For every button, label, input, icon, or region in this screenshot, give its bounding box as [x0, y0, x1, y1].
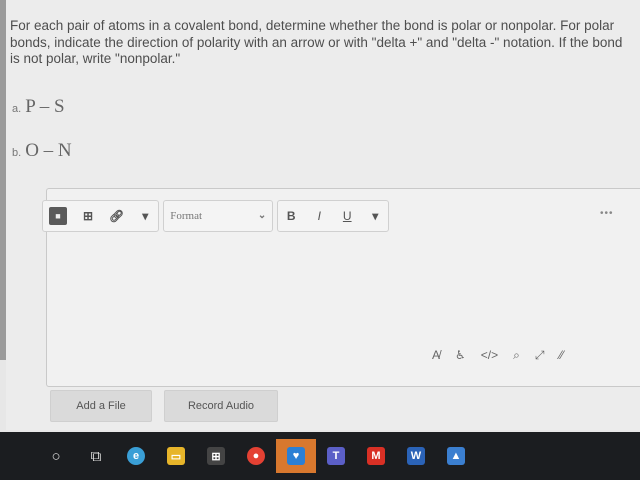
question-part-b: b. O – N: [12, 140, 72, 162]
more-options-icon[interactable]: •••: [600, 208, 614, 219]
chevron-down-icon[interactable]: ▾: [368, 207, 382, 225]
insert-media-icon[interactable]: ■: [49, 207, 67, 225]
resize-icon[interactable]: ⁄⁄: [559, 348, 563, 363]
part-label: a.: [12, 103, 22, 115]
editor-bottom-tools: A̸ ♿︎ </> ⌕ ⤢ ⁄⁄: [432, 348, 564, 363]
find-icon[interactable]: ⌕: [513, 348, 520, 363]
bold-button[interactable]: B: [284, 207, 298, 225]
fullscreen-icon[interactable]: ⤢: [535, 348, 545, 363]
gmail-icon[interactable]: M: [356, 439, 396, 473]
file-explorer-icon[interactable]: ▭: [156, 439, 196, 473]
insert-group: ■ ⊞ 🔗︎ ▾: [42, 200, 160, 232]
chevron-down-icon[interactable]: ▾: [138, 207, 152, 225]
chrome-icon[interactable]: ●: [236, 439, 276, 473]
record-audio-button[interactable]: Record Audio: [164, 390, 278, 422]
word-icon[interactable]: W: [396, 439, 436, 473]
bond-formula: P – S: [25, 96, 65, 117]
edge-icon[interactable]: e: [116, 439, 156, 473]
search-icon[interactable]: ○: [36, 439, 76, 473]
bond-formula: O – N: [25, 140, 72, 161]
security-app-icon[interactable]: ♥: [276, 439, 316, 473]
underline-button[interactable]: U: [340, 207, 354, 225]
insert-image-icon[interactable]: ⊞: [81, 207, 95, 225]
editor-toolbar: ■ ⊞ 🔗︎ ▾ Format ⌄ B I U ▾: [42, 200, 390, 232]
accessibility-icon[interactable]: ♿︎: [455, 348, 466, 363]
windows-taskbar: ○ ⧉ e ▭ ⊞ ● ♥ T M W ▲: [0, 432, 640, 480]
task-view-icon[interactable]: ⧉: [76, 439, 116, 473]
link-icon[interactable]: 🔗︎: [109, 207, 124, 225]
format-label: Format: [170, 210, 203, 222]
question-prompt: For each pair of atoms in a covalent bon…: [10, 18, 623, 66]
store-icon[interactable]: ⊞: [196, 439, 236, 473]
spellcheck-icon[interactable]: A̸: [432, 348, 440, 363]
format-dropdown[interactable]: Format ⌄: [170, 207, 266, 225]
teams-icon[interactable]: T: [316, 439, 356, 473]
part-label: b.: [12, 147, 22, 159]
photos-icon[interactable]: ▲: [436, 439, 476, 473]
code-icon[interactable]: </>: [481, 348, 498, 363]
chevron-down-icon: ⌄: [257, 210, 267, 221]
italic-button[interactable]: I: [312, 207, 326, 225]
question-part-a: a. P – S: [12, 96, 65, 118]
format-group: Format ⌄: [163, 200, 274, 232]
add-file-button[interactable]: Add a File: [50, 390, 152, 422]
style-group: B I U ▾: [277, 200, 390, 232]
